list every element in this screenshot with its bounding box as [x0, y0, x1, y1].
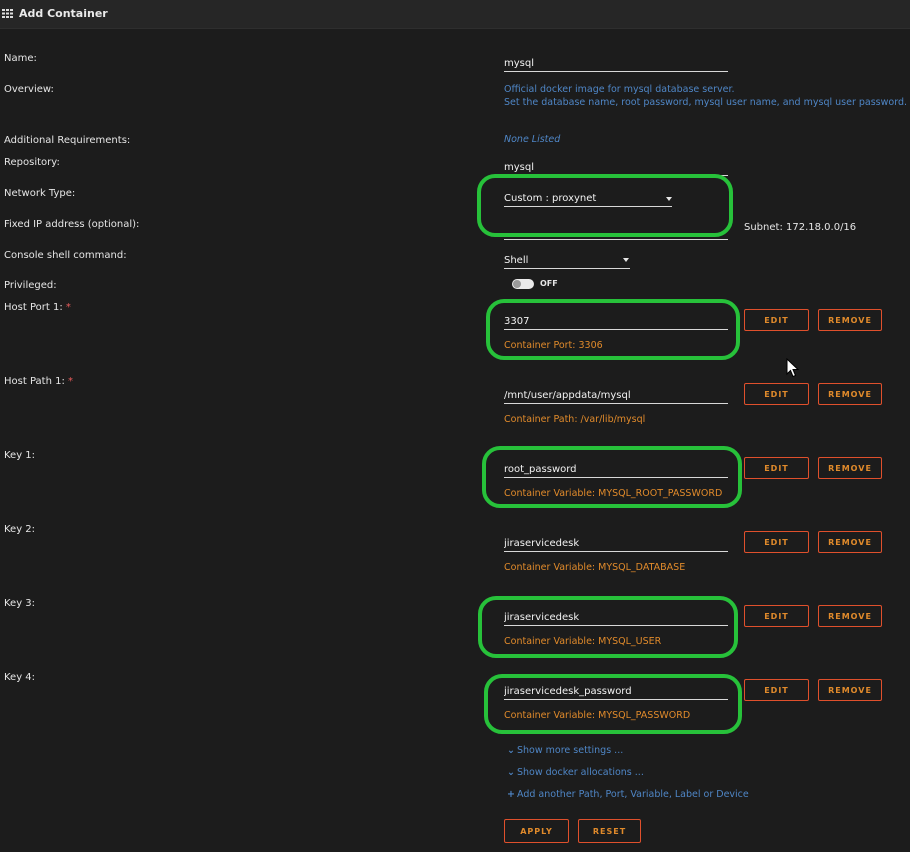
subnet-text: Subnet: 172.18.0.0/16: [744, 222, 857, 233]
key-1-label: Key 1:: [4, 450, 36, 461]
container-variable-text: Container Variable: MYSQL_DATABASE: [504, 562, 686, 573]
highlight-key-3: [478, 596, 738, 658]
container-path-text: Container Path: /var/lib/mysql: [504, 414, 646, 425]
remove-button[interactable]: REMOVE: [818, 309, 882, 331]
chevron-down-icon: ⌄: [507, 767, 515, 778]
privileged-state: OFF: [540, 279, 558, 288]
name-input[interactable]: mysql: [504, 56, 728, 72]
grid-icon: [2, 9, 13, 18]
overview-label: Overview:: [4, 84, 54, 95]
highlight-network-type: [477, 174, 733, 237]
fixed-ip-label: Fixed IP address (optional):: [4, 219, 140, 230]
key-4-label: Key 4:: [4, 672, 36, 683]
repository-label: Repository:: [4, 157, 60, 168]
key-3-label: Key 3:: [4, 598, 36, 609]
edit-button[interactable]: EDIT: [744, 457, 809, 479]
remove-button[interactable]: REMOVE: [818, 383, 882, 405]
apply-button[interactable]: APPLY: [504, 819, 569, 843]
console-shell-select[interactable]: Shell: [504, 253, 630, 269]
title-bar: Add Container: [0, 0, 910, 29]
additional-requirements-value: None Listed: [504, 134, 561, 145]
network-type-label: Network Type:: [4, 188, 76, 199]
key-2-input[interactable]: jiraservicedesk: [504, 536, 728, 552]
privileged-label: Privileged:: [4, 280, 57, 291]
highlight-key-1: [482, 446, 742, 508]
chevron-down-icon: [623, 258, 629, 262]
remove-button[interactable]: REMOVE: [818, 679, 882, 701]
reset-button[interactable]: RESET: [578, 819, 641, 843]
overview-text: Official docker image for mysql database…: [504, 84, 907, 108]
name-label: Name:: [4, 53, 37, 64]
host-path-1-label: Host Path 1: *: [4, 376, 74, 387]
edit-button[interactable]: EDIT: [744, 531, 809, 553]
show-more-settings-link[interactable]: ⌄ Show more settings ...: [507, 745, 623, 756]
host-port-1-label: Host Port 1: *: [4, 302, 71, 313]
privileged-toggle[interactable]: [512, 279, 534, 289]
remove-button[interactable]: REMOVE: [818, 457, 882, 479]
edit-button[interactable]: EDIT: [744, 679, 809, 701]
console-shell-label: Console shell command:: [4, 250, 127, 261]
highlight-key-4: [484, 674, 742, 734]
chevron-down-icon: ⌄: [507, 745, 515, 756]
edit-button[interactable]: EDIT: [744, 605, 809, 627]
toggle-knob: [513, 280, 521, 288]
highlight-host-port: [486, 299, 740, 360]
edit-button[interactable]: EDIT: [744, 309, 809, 331]
remove-button[interactable]: REMOVE: [818, 531, 882, 553]
page-title: Add Container: [19, 7, 108, 20]
plus-icon: +: [507, 789, 515, 800]
additional-requirements-label: Additional Requirements:: [4, 135, 131, 146]
key-2-label: Key 2:: [4, 524, 36, 535]
show-docker-allocations-link[interactable]: ⌄ Show docker allocations ...: [507, 767, 644, 778]
remove-button[interactable]: REMOVE: [818, 605, 882, 627]
edit-button[interactable]: EDIT: [744, 383, 809, 405]
add-another-link[interactable]: + Add another Path, Port, Variable, Label…: [507, 789, 749, 800]
mouse-cursor-icon: [786, 358, 800, 378]
host-path-1-input[interactable]: /mnt/user/appdata/mysql: [504, 388, 728, 404]
